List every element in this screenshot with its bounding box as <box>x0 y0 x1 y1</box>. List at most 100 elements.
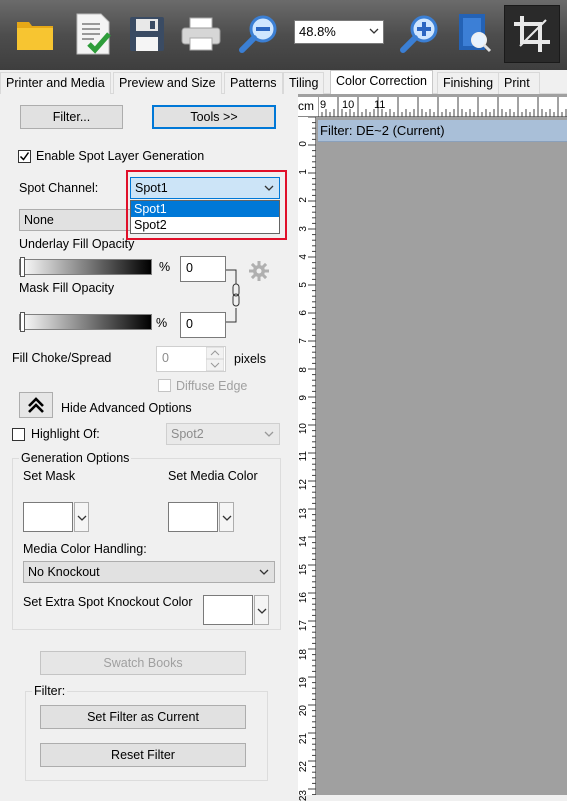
highlight-of-label: Highlight Of: <box>31 427 100 441</box>
swatch-books-button[interactable]: Swatch Books <box>40 651 246 675</box>
underlay-slider-thumb[interactable] <box>20 257 25 277</box>
checklist-icon[interactable] <box>70 8 116 60</box>
print-icon[interactable] <box>178 8 224 60</box>
tab-bar: Printer and Media Preview and Size Patte… <box>0 70 567 95</box>
diffuse-edge-checkbox[interactable] <box>158 379 171 392</box>
ruler-left-tick-label: 3 <box>298 225 309 232</box>
zoom-level-select[interactable]: 48.8% <box>294 20 384 44</box>
ruler-left-tick-label: 13 <box>298 507 309 519</box>
ruler-left-tick-label: 7 <box>298 338 309 344</box>
fill-choke-spread-label: Fill Choke/Spread <box>12 351 112 365</box>
underlay-fill-opacity-label: Underlay Fill Opacity <box>19 237 135 251</box>
highlight-of-checkbox[interactable] <box>12 428 25 441</box>
ruler-left-tick-label: 23 <box>298 789 309 801</box>
double-chevron-up-icon <box>28 397 44 413</box>
ruler-left-tick-label: 10 <box>298 423 309 435</box>
toolbar: 48.8% <box>0 0 567 70</box>
link-chain-icon[interactable] <box>226 268 242 324</box>
mask-percent-label: % <box>156 316 168 330</box>
checkmark-icon <box>19 152 30 161</box>
top-ruler: cm 9 10 11 <box>298 97 567 117</box>
highlight-of-value: Spot2 <box>171 427 204 441</box>
ruler-left-tick-label: 17 <box>298 620 309 632</box>
ruler-left-tick-label: 21 <box>298 733 309 745</box>
chevron-down-icon <box>264 431 274 437</box>
enable-spot-checkbox[interactable] <box>18 150 31 163</box>
media-color-swatch[interactable] <box>168 502 218 532</box>
extra-knockout-dropdown[interactable] <box>254 595 269 625</box>
generation-options-title: Generation Options <box>19 451 132 465</box>
chevron-down-icon <box>257 608 267 614</box>
reset-filter-button[interactable]: Reset Filter <box>40 743 246 767</box>
none-select[interactable]: None <box>19 209 131 231</box>
set-mask-label: Set Mask <box>23 469 76 483</box>
underlay-opacity-field[interactable]: 0 <box>180 256 226 282</box>
ruler-left-tick-label: 15 <box>298 564 309 576</box>
highlight-of-select[interactable]: Spot2 <box>166 423 280 445</box>
extra-knockout-label: Set Extra Spot Knockout Color <box>23 595 193 609</box>
ruler-left-tick-label: 9 <box>298 394 309 401</box>
tab-preview-and-size[interactable]: Preview and Size <box>113 72 222 94</box>
ruler-left-tick-label: 0 <box>298 141 309 147</box>
open-folder-icon[interactable] <box>12 8 58 60</box>
media-color-dropdown[interactable] <box>219 502 234 532</box>
save-icon[interactable] <box>124 8 170 60</box>
none-select-value: None <box>24 213 54 227</box>
ruler-left-tick-label: 11 <box>298 451 309 462</box>
diffuse-edge-label: Diffuse Edge <box>176 379 248 393</box>
tools-button[interactable]: Tools >> <box>152 105 276 129</box>
mask-slider-thumb[interactable] <box>20 312 25 332</box>
chevron-down-icon <box>222 515 232 521</box>
zoom-in-icon[interactable] <box>397 8 443 60</box>
tab-color-correction[interactable]: Color Correction <box>330 70 434 95</box>
hide-advanced-button[interactable] <box>19 392 53 418</box>
hide-advanced-label: Hide Advanced Options <box>61 401 192 415</box>
media-color-handling-select[interactable]: No Knockout <box>23 561 275 583</box>
mask-color-swatch[interactable] <box>23 502 73 532</box>
tab-printer-and-media[interactable]: Printer and Media <box>0 72 111 94</box>
filter-title-bar: Filter: DE~2 (Current) <box>318 120 567 142</box>
ruler-left-tick-label: 5 <box>298 282 309 288</box>
left-ruler: 0 1 2 3 4 5 6 7 8 9 10 11 12 13 14 15 16 17 18 19 20 21 22 23 <box>298 117 316 801</box>
chevron-down-icon <box>369 28 379 34</box>
extra-knockout-swatch[interactable] <box>203 595 253 625</box>
top-ruler-ticks <box>318 97 567 117</box>
filter-group-title: Filter: <box>32 684 68 698</box>
highlight-frame <box>126 170 287 240</box>
ruler-left-tick-label: 22 <box>298 761 309 773</box>
ruler-top-tick-11: 11 <box>374 99 386 111</box>
zoom-out-icon[interactable] <box>236 8 282 60</box>
mask-opacity-slider[interactable] <box>19 314 152 330</box>
ruler-left-tick-label: 6 <box>298 310 309 316</box>
ruler-left-tick-label: 18 <box>298 648 309 660</box>
set-filter-current-button[interactable]: Set Filter as Current <box>40 705 246 729</box>
tab-finishing[interactable]: Finishing <box>437 72 500 94</box>
ruler-left-tick-label: 1 <box>298 169 309 175</box>
crop-icon[interactable] <box>504 5 560 63</box>
enable-spot-label: Enable Spot Layer Generation <box>36 149 205 163</box>
underlay-opacity-slider[interactable] <box>19 259 152 275</box>
media-color-handling-value: No Knockout <box>28 565 100 579</box>
mask-color-dropdown[interactable] <box>74 502 89 532</box>
ruler-left-tick-label: 19 <box>298 676 309 688</box>
tab-print[interactable]: Print <box>498 72 540 94</box>
tab-tiling[interactable]: Tiling <box>283 72 325 94</box>
spin-arrows-icon[interactable] <box>206 347 224 371</box>
ruler-left-tick-label: 16 <box>298 592 309 604</box>
ruler-unit-label: cm <box>298 99 314 113</box>
mask-fill-opacity-label: Mask Fill Opacity <box>19 281 115 295</box>
ruler-left-tick-label: 8 <box>298 366 309 373</box>
gear-icon[interactable] <box>248 260 270 282</box>
mask-opacity-field[interactable]: 0 <box>180 312 226 338</box>
document-zoom-icon[interactable] <box>452 8 498 60</box>
media-color-handling-label: Media Color Handling: <box>23 542 147 556</box>
ruler-left-tick-label: 12 <box>298 479 309 491</box>
ruler-left-tick-label: 4 <box>298 253 309 260</box>
ruler-left-tick-label: 20 <box>298 705 309 717</box>
filter-button[interactable]: Filter... <box>20 105 123 129</box>
tab-patterns[interactable]: Patterns <box>224 72 283 94</box>
preview-canvas[interactable] <box>318 142 567 795</box>
ruler-left-tick-label: 2 <box>298 197 309 203</box>
underlay-percent-label: % <box>159 260 171 274</box>
pixels-label: pixels <box>234 352 266 366</box>
